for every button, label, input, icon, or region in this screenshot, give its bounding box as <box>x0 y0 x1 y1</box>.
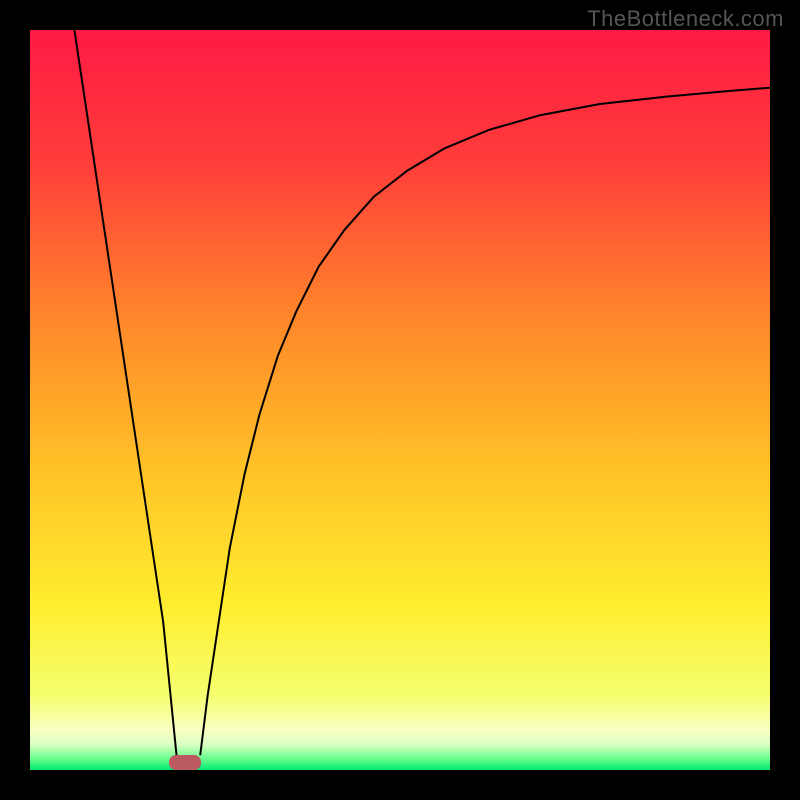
background-gradient <box>30 30 770 770</box>
watermark-text: TheBottleneck.com <box>587 6 784 32</box>
chart-frame: TheBottleneck.com <box>0 0 800 800</box>
optimal-marker <box>169 755 201 770</box>
plot-area <box>30 30 770 770</box>
